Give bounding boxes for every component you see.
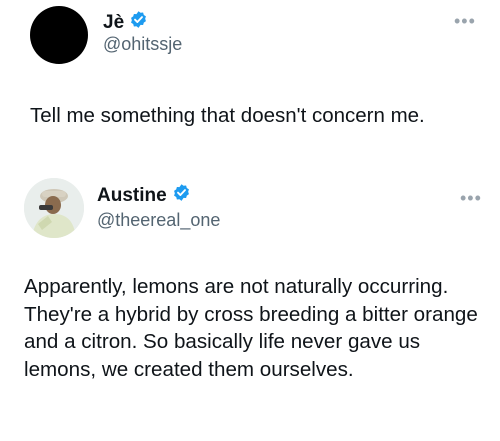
author-handle[interactable]: @ohitssje <box>103 34 182 55</box>
avatar[interactable] <box>24 178 84 238</box>
ellipsis-icon[interactable]: ••• <box>454 12 476 30</box>
display-name[interactable]: Jè <box>103 12 124 34</box>
verified-badge-icon <box>129 10 148 35</box>
author-name-row: Jè <box>103 10 148 35</box>
tweet-1[interactable]: Jè @ohitssje ••• Tell me something that … <box>0 0 500 150</box>
author-handle[interactable]: @theereal_one <box>97 210 220 231</box>
display-name[interactable]: Austine <box>97 185 167 207</box>
ellipsis-icon[interactable]: ••• <box>460 189 482 207</box>
avatar-photo-icon <box>24 178 84 238</box>
tweet-text: Apparently, lemons are not naturally occ… <box>24 275 478 381</box>
tweet-2[interactable]: Austine @theereal_one ••• Apparently, le… <box>0 165 500 441</box>
verified-badge-icon <box>172 183 191 208</box>
tweet-text: Tell me something that doesn't concern m… <box>30 104 425 127</box>
avatar[interactable] <box>30 6 88 64</box>
author-name-row: Austine <box>97 183 191 208</box>
